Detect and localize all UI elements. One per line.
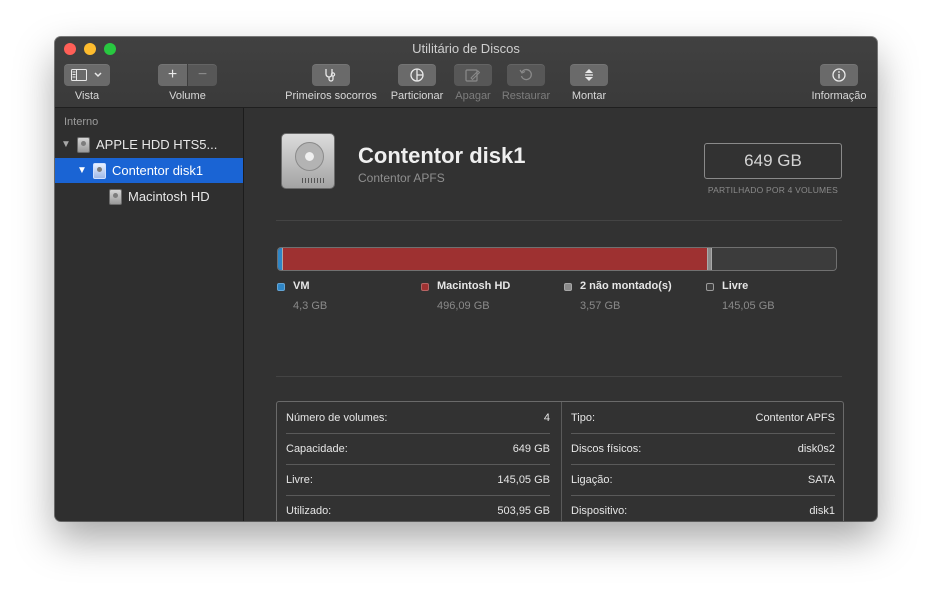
- sidebar-section-internal: Interno: [64, 116, 99, 128]
- info-button[interactable]: [820, 64, 858, 86]
- first-aid-button[interactable]: [312, 64, 350, 86]
- partition-icon: [410, 68, 424, 82]
- info-row: Número de volumes: 4: [286, 402, 550, 434]
- legend-size: 145,05 GB: [722, 300, 775, 312]
- volume-icon: [109, 188, 122, 205]
- erase-label: Apagar: [455, 90, 491, 102]
- usage-bar: [277, 247, 837, 271]
- sidebar-item-container-disk1[interactable]: ▼ Contentor disk1: [55, 158, 243, 183]
- legend-size: 3,57 GB: [580, 300, 621, 312]
- legend-name: Macintosh HD: [437, 280, 511, 292]
- legend-name: VM: [293, 280, 310, 292]
- info-value: 145,05 GB: [497, 473, 550, 486]
- window-title: Utilitário de Discos: [412, 41, 520, 56]
- disk-name: Contentor disk1: [358, 143, 526, 168]
- view-button[interactable]: [64, 64, 110, 86]
- info-value: disk1: [809, 504, 835, 517]
- mount-icon: [585, 69, 593, 81]
- shared-volumes-note: PARTILHADO POR 4 VOLUMES: [707, 185, 839, 195]
- info-row: Discos físicos: disk0s2: [571, 433, 835, 465]
- info-column-left: Número de volumes: 4 Capacidade: 649 GB …: [277, 402, 560, 521]
- info-label: Ligação:: [571, 473, 613, 486]
- volume-label: Volume: [169, 90, 206, 102]
- mount-label: Montar: [571, 90, 607, 102]
- usage-segment-1: [282, 248, 708, 270]
- divider: [276, 376, 842, 377]
- info-column-right: Tipo: Contentor APFS Discos físicos: dis…: [561, 402, 845, 521]
- info-row: Tipo: Contentor APFS: [571, 402, 835, 434]
- legend-swatch: [277, 283, 285, 291]
- info-value: 649 GB: [512, 442, 550, 455]
- detail-pane: Contentor disk1 Contentor APFS 649 GB PA…: [244, 108, 877, 521]
- disk-size-box: 649 GB: [704, 143, 842, 179]
- info-label: Informação: [811, 90, 867, 102]
- info-label: Utilizado:: [286, 504, 332, 517]
- legend-swatch: [706, 283, 714, 291]
- info-row: Livre: 145,05 GB: [286, 464, 550, 496]
- minus-icon: −: [197, 66, 208, 83]
- info-row: Dispositivo: disk1: [571, 495, 835, 521]
- disk-size: 649 GB: [744, 151, 802, 170]
- info-table: Número de volumes: 4 Capacidade: 649 GB …: [276, 401, 844, 521]
- restore-button[interactable]: [507, 64, 545, 86]
- info-value: Contentor APFS: [755, 411, 836, 424]
- disclosure-triangle-icon[interactable]: ▼: [60, 139, 72, 150]
- disk-subtitle: Contentor APFS: [358, 171, 445, 185]
- sidebar-icon: [71, 69, 87, 81]
- container-disk-icon: [93, 162, 106, 179]
- mount-button[interactable]: [570, 64, 608, 86]
- partition-label: Particionar: [390, 90, 444, 102]
- usage-segment-3: [711, 248, 836, 270]
- sidebar-item-label: Macintosh HD: [128, 189, 210, 204]
- sidebar-item-macintosh-hd[interactable]: Macintosh HD: [55, 184, 243, 209]
- info-label: Capacidade:: [286, 442, 348, 455]
- sidebar-item-label: Contentor disk1: [112, 163, 204, 178]
- stethoscope-icon: [325, 69, 336, 82]
- divider: [276, 220, 842, 221]
- info-value: 503,95 GB: [497, 504, 550, 517]
- info-row: Utilizado: 503,95 GB: [286, 495, 550, 521]
- legend-name: 2 não montado(s): [580, 280, 672, 292]
- erase-icon: [465, 68, 481, 82]
- disclosure-triangle-icon[interactable]: ▼: [76, 165, 88, 176]
- add-volume-button[interactable]: +: [158, 64, 187, 86]
- plus-icon: +: [167, 66, 178, 83]
- partition-button[interactable]: [398, 64, 436, 86]
- remove-volume-button[interactable]: −: [188, 64, 217, 86]
- info-row: Capacidade: 649 GB: [286, 433, 550, 465]
- chevron-down-icon: [94, 72, 102, 78]
- sidebar-item-label: APPLE HDD HTS5...: [96, 137, 218, 152]
- legend-name: Livre: [722, 280, 749, 292]
- info-label: Livre:: [286, 473, 313, 486]
- legend-swatch: [421, 283, 429, 291]
- info-label: Número de volumes:: [286, 411, 388, 424]
- info-value: disk0s2: [797, 442, 835, 455]
- legend-size: 4,3 GB: [293, 300, 328, 312]
- restore-label: Restaurar: [501, 90, 551, 102]
- restore-icon: [519, 68, 532, 81]
- info-row: Ligação: SATA: [571, 464, 835, 496]
- legend-size: 496,09 GB: [437, 300, 490, 312]
- view-label: Vista: [74, 90, 100, 102]
- info-value: SATA: [807, 473, 835, 486]
- titlebar: Utilitário de Discos Vista + − Volume Pr…: [55, 37, 877, 108]
- sidebar-item-apple-hdd[interactable]: ▼ APPLE HDD HTS5...: [55, 132, 243, 157]
- info-label: Tipo:: [571, 411, 596, 424]
- info-label: Dispositivo:: [571, 504, 628, 517]
- info-icon: [832, 68, 846, 82]
- erase-button[interactable]: [454, 64, 492, 86]
- legend-swatch: [564, 283, 572, 291]
- info-label: Discos físicos:: [571, 442, 642, 455]
- first-aid-label: Primeiros socorros: [285, 90, 377, 102]
- container-disk-icon-large: [281, 133, 335, 189]
- info-value: 4: [543, 411, 550, 424]
- sidebar: Interno ▼ APPLE HDD HTS5... ▼ Contentor …: [55, 108, 244, 521]
- disk-utility-window: Utilitário de Discos Vista + − Volume Pr…: [55, 37, 877, 521]
- hard-drive-icon: [77, 136, 90, 153]
